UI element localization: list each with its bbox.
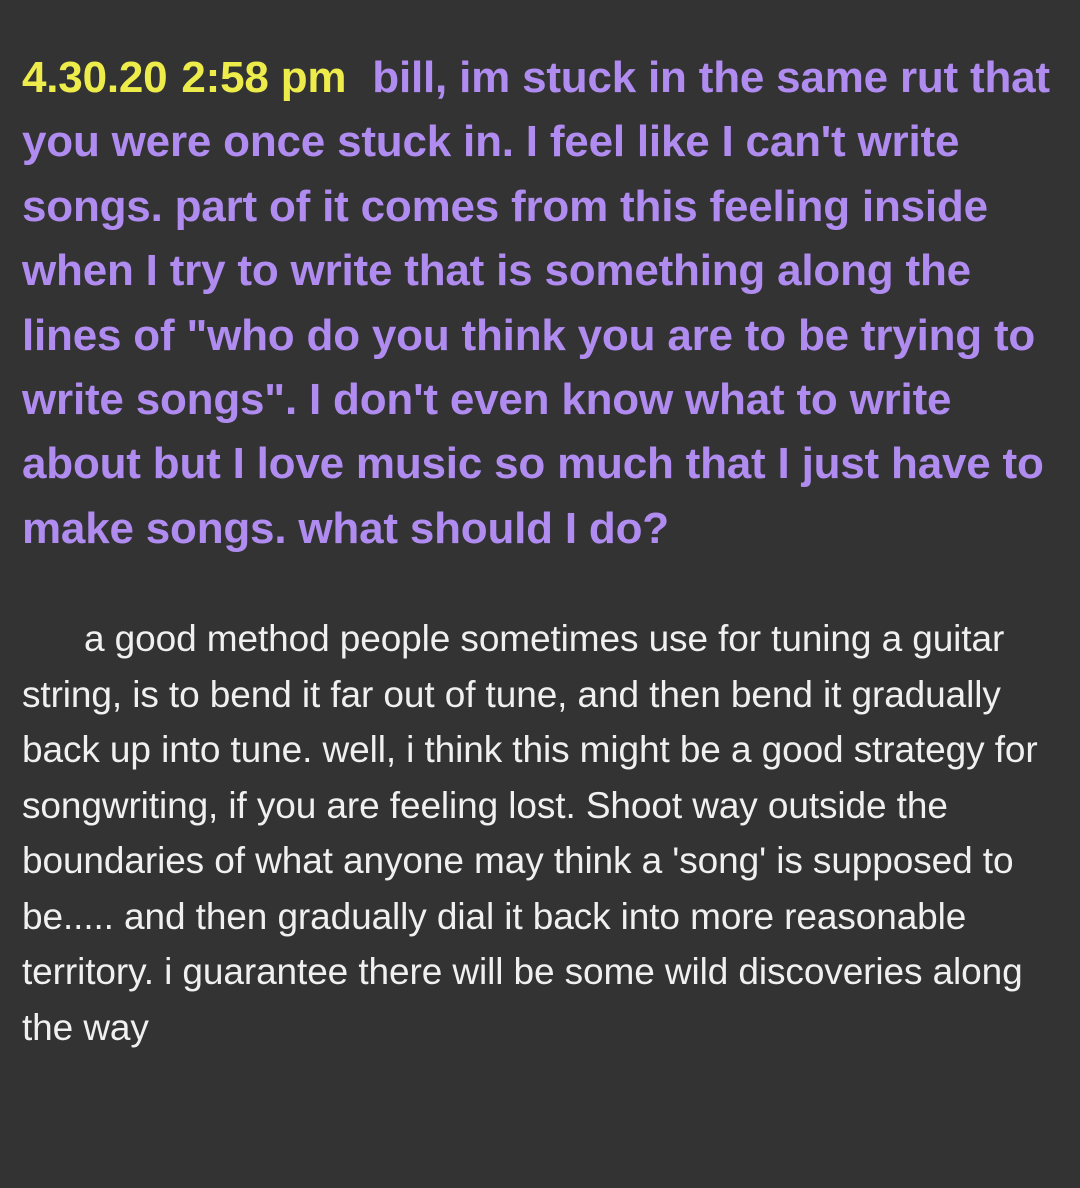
answer-paragraph: a good method people sometimes use for t… bbox=[22, 618, 1038, 1048]
journal-entry: 4.30.20 2:58 pm bill, im stuck in the same… bbox=[0, 0, 1080, 1188]
timestamp: 4.30.20 2:58 pm bbox=[22, 53, 346, 102]
question-text: bill, im stuck in the same rut that you … bbox=[22, 53, 1050, 553]
question-paragraph: 4.30.20 2:58 pm bill, im stuck in the same… bbox=[22, 46, 1058, 561]
entry-time: 2:58 pm bbox=[181, 53, 347, 102]
entry-date: 4.30.20 bbox=[22, 53, 168, 102]
